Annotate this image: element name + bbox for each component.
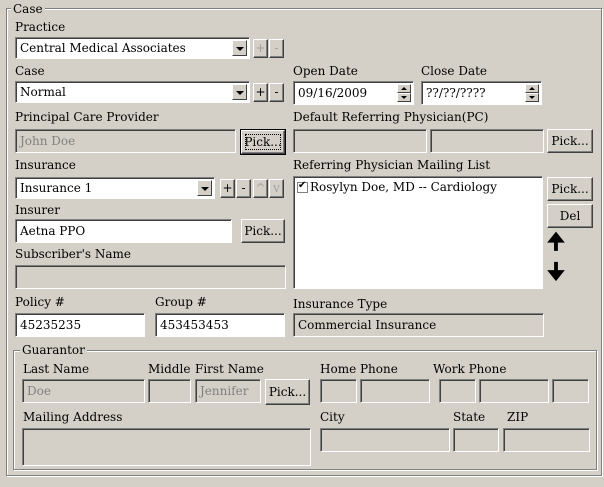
default-ref-label: Default Referring Physician(PC) bbox=[293, 110, 489, 124]
pcp-pick-label: Pick... bbox=[244, 135, 282, 149]
pcp-field: John Doe bbox=[15, 129, 236, 153]
first-name-field: Jennifer bbox=[195, 379, 261, 403]
ref-mailing-listbox[interactable]: Rosylyn Doe, MD -- Cardiology bbox=[293, 176, 543, 289]
insurer-label: Insurer bbox=[15, 203, 60, 217]
insurance-move-up-button[interactable]: ^ bbox=[253, 179, 268, 198]
ref-mailing-pick-button[interactable]: Pick... bbox=[547, 177, 593, 201]
close-date-spin-down[interactable] bbox=[525, 93, 539, 102]
subscriber-label: Subscriber's Name bbox=[15, 247, 132, 261]
list-item-label: Rosylyn Doe, MD -- Cardiology bbox=[310, 180, 497, 194]
home-phone-area-field bbox=[320, 379, 357, 403]
subscriber-field bbox=[15, 265, 286, 289]
zip-label: ZIP bbox=[507, 410, 529, 424]
practice-remove-button[interactable]: - bbox=[269, 39, 284, 58]
state-label: State bbox=[453, 410, 486, 424]
insurance-dropdown[interactable]: Insurance 1 bbox=[15, 177, 215, 199]
city-field bbox=[320, 428, 450, 452]
case-value: Normal bbox=[20, 85, 66, 99]
policy-label: Policy # bbox=[15, 295, 65, 309]
case-label: Case bbox=[15, 64, 45, 78]
work-phone-label: Work Phone bbox=[433, 362, 507, 376]
insurer-pick-button[interactable]: Pick... bbox=[241, 219, 285, 243]
guarantor-legend: Guarantor bbox=[20, 343, 87, 357]
default-ref-field-2 bbox=[430, 129, 544, 153]
open-date-value: 09/16/2009 bbox=[298, 86, 368, 100]
close-date-value: ??/??/???? bbox=[426, 86, 486, 100]
open-date-label: Open Date bbox=[293, 64, 358, 78]
pcp-pick-button[interactable]: Pick... bbox=[240, 129, 286, 155]
group-label: Group # bbox=[155, 295, 207, 309]
guarantor-pick-button[interactable]: Pick... bbox=[265, 379, 310, 405]
default-ref-pick-button[interactable]: Pick... bbox=[547, 129, 593, 153]
insurance-remove-button[interactable]: - bbox=[236, 179, 251, 198]
default-ref-field-1 bbox=[293, 129, 427, 153]
ref-mailing-label: Referring Physician Mailing List bbox=[293, 158, 491, 172]
arrow-down-icon[interactable]: 🠋 bbox=[546, 260, 566, 288]
ref-mailing-del-button[interactable]: Del bbox=[547, 204, 593, 228]
city-label: City bbox=[320, 410, 345, 424]
policy-field[interactable]: 45235235 bbox=[15, 313, 145, 337]
arrow-up-icon[interactable]: 🠉 bbox=[546, 230, 566, 258]
open-date-field[interactable]: 09/16/2009 bbox=[293, 81, 414, 105]
insurance-move-down-button[interactable]: v bbox=[269, 179, 284, 198]
state-field bbox=[453, 428, 499, 452]
insurance-label: Insurance bbox=[15, 158, 76, 172]
work-phone-number-field bbox=[479, 379, 549, 403]
chevron-down-icon[interactable] bbox=[232, 40, 247, 56]
case-dropdown[interactable]: Normal bbox=[15, 81, 250, 103]
middle-field bbox=[148, 379, 191, 403]
insurance-value: Insurance 1 bbox=[20, 181, 93, 195]
mailing-address-label: Mailing Address bbox=[23, 410, 123, 424]
chevron-down-icon[interactable] bbox=[232, 84, 247, 100]
mailing-address-field bbox=[22, 428, 311, 466]
zip-field bbox=[503, 428, 590, 452]
insurer-field[interactable]: Aetna PPO bbox=[15, 219, 232, 243]
insurance-add-button[interactable]: + bbox=[220, 179, 235, 198]
group-field[interactable]: 453453453 bbox=[155, 313, 285, 337]
case-remove-button[interactable]: - bbox=[269, 83, 284, 102]
close-date-spin-up[interactable] bbox=[525, 84, 539, 93]
first-name-label: First Name bbox=[195, 362, 264, 376]
practice-dropdown[interactable]: Central Medical Associates bbox=[15, 37, 250, 59]
last-name-label: Last Name bbox=[23, 362, 90, 376]
close-date-field[interactable]: ??/??/???? bbox=[421, 81, 542, 105]
middle-label: Middle bbox=[148, 362, 191, 376]
open-date-spin-down[interactable] bbox=[397, 93, 411, 102]
home-phone-number-field bbox=[360, 379, 430, 403]
work-phone-ext-field bbox=[552, 379, 589, 403]
practice-value: Central Medical Associates bbox=[20, 41, 186, 55]
chevron-down-icon[interactable] bbox=[197, 180, 212, 196]
insurance-type-field: Commercial Insurance bbox=[293, 313, 544, 337]
insurance-type-label: Insurance Type bbox=[293, 297, 388, 311]
open-date-spin-up[interactable] bbox=[397, 84, 411, 93]
last-name-field: Doe bbox=[22, 379, 145, 403]
checkbox[interactable] bbox=[297, 180, 308, 193]
close-date-label: Close Date bbox=[421, 64, 488, 78]
pcp-label: Principal Care Provider bbox=[15, 110, 159, 124]
case-add-button[interactable]: + bbox=[253, 83, 268, 102]
practice-label: Practice bbox=[15, 20, 66, 34]
work-phone-area-field bbox=[439, 379, 476, 403]
home-phone-label: Home Phone bbox=[320, 362, 398, 376]
case-group-legend: Case bbox=[11, 2, 45, 16]
practice-add-button[interactable]: + bbox=[253, 39, 268, 58]
